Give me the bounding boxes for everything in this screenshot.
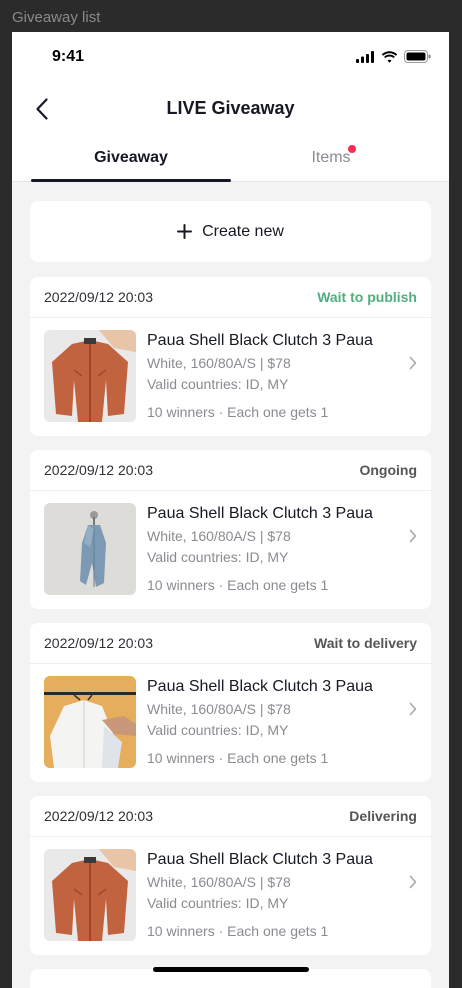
product-variant: White, 160/80A/S | $78 xyxy=(147,355,291,371)
status-time: 9:41 xyxy=(52,48,85,65)
product-variant: White, 160/80A/S | $78 xyxy=(147,528,291,544)
winners-info: 10 winners · Each one gets 1 xyxy=(147,750,329,766)
home-indicator xyxy=(153,967,309,972)
nav-bar: LIVE Giveaway xyxy=(12,84,449,134)
giveaway-item-row[interactable]: Paua Shell Black Clutch 3 Paua White, 16… xyxy=(30,491,431,607)
plus-icon xyxy=(177,224,193,239)
giveaway-list: Create new 2022/09/12 20:03 Wait to publ… xyxy=(12,182,449,988)
product-name: Paua Shell Black Clutch 3 Paua xyxy=(147,851,373,868)
status-label: Wait to publish xyxy=(317,289,417,305)
status-label: Ongoing xyxy=(359,462,417,478)
card-header: 2022/09/12 20:03 Wait to publish xyxy=(30,277,431,318)
chevron-right-icon xyxy=(409,875,417,889)
valid-countries: Valid countries: ID, MY xyxy=(147,722,289,738)
product-image-orange-jacket xyxy=(44,849,136,941)
product-info: Paua Shell Black Clutch 3 Paua White, 16… xyxy=(147,676,373,766)
notification-dot xyxy=(348,145,356,153)
tab-items-label: Items xyxy=(311,148,351,166)
frame-label: Giveaway list xyxy=(12,9,101,26)
status-label: Wait to delivery xyxy=(314,635,417,651)
winners-info: 10 winners · Each one gets 1 xyxy=(147,923,329,939)
product-image-white-shirt xyxy=(44,676,136,768)
giveaway-card: 2022/09/12 20:03 Wait to delivery Paua S… xyxy=(30,623,431,782)
giveaway-time: 2022/09/12 20:03 xyxy=(44,808,153,824)
create-new-button[interactable]: Create new xyxy=(30,201,431,262)
status-icons xyxy=(356,50,431,63)
product-info: Paua Shell Black Clutch 3 Paua White, 16… xyxy=(147,330,373,420)
giveaway-card: 2022/09/12 20:03 Wait to publish Paua Sh… xyxy=(30,277,431,436)
status-bar: 9:41 xyxy=(12,32,449,84)
valid-countries: Valid countries: ID, MY xyxy=(147,376,289,392)
chevron-right-icon xyxy=(409,702,417,716)
giveaway-item-row[interactable]: Paua Shell Black Clutch 3 Paua White, 16… xyxy=(30,664,431,780)
product-info: Paua Shell Black Clutch 3 Paua White, 16… xyxy=(147,503,373,593)
giveaway-time: 2022/09/12 20:03 xyxy=(44,635,153,651)
active-tab-indicator xyxy=(31,179,231,182)
tab-bar: Giveaway Items xyxy=(12,134,449,182)
product-image-denim-jacket xyxy=(44,503,136,595)
phone-screen: 9:41 LIVE Giveaway Giveaway Items Create… xyxy=(12,32,449,988)
product-variant: White, 160/80A/S | $78 xyxy=(147,874,291,890)
chevron-right-icon xyxy=(409,356,417,370)
wifi-icon xyxy=(381,50,398,63)
card-header: 2022/09/12 20:03 Wait to delivery xyxy=(30,623,431,664)
giveaway-time: 2022/09/12 20:03 xyxy=(44,289,153,305)
giveaway-card: 2022/09/12 20:03 Delivering Paua Shell B… xyxy=(30,796,431,955)
giveaway-item-row[interactable]: Paua Shell Black Clutch 3 Paua White, 16… xyxy=(30,318,431,434)
tab-giveaway[interactable]: Giveaway xyxy=(31,134,231,181)
battery-icon xyxy=(404,50,431,63)
giveaway-card: 2022/09/12 20:03 Ongoing Paua Shell Blac… xyxy=(30,450,431,609)
chevron-right-icon xyxy=(409,529,417,543)
product-name: Paua Shell Black Clutch 3 Paua xyxy=(147,678,373,695)
valid-countries: Valid countries: ID, MY xyxy=(147,549,289,565)
product-image-orange-jacket xyxy=(44,330,136,422)
page-title: LIVE Giveaway xyxy=(166,98,295,118)
signal-icon xyxy=(356,50,374,63)
tab-giveaway-label: Giveaway xyxy=(94,148,168,166)
create-new-label: Create new xyxy=(202,222,284,240)
card-header: 2022/09/12 20:03 Ongoing xyxy=(30,450,431,491)
status-label: Delivering xyxy=(349,808,417,824)
giveaway-time: 2022/09/12 20:03 xyxy=(44,462,153,478)
card-header: 2022/09/12 20:03 Delivering xyxy=(30,796,431,837)
product-variant: White, 160/80A/S | $78 xyxy=(147,701,291,717)
valid-countries: Valid countries: ID, MY xyxy=(147,895,289,911)
product-name: Paua Shell Black Clutch 3 Paua xyxy=(147,505,373,522)
tab-items[interactable]: Items xyxy=(231,134,431,181)
product-name: Paua Shell Black Clutch 3 Paua xyxy=(147,332,373,349)
winners-info: 10 winners · Each one gets 1 xyxy=(147,577,329,593)
winners-info: 10 winners · Each one gets 1 xyxy=(147,404,329,420)
giveaway-item-row[interactable]: Paua Shell Black Clutch 3 Paua White, 16… xyxy=(30,837,431,953)
product-info: Paua Shell Black Clutch 3 Paua White, 16… xyxy=(147,849,373,939)
